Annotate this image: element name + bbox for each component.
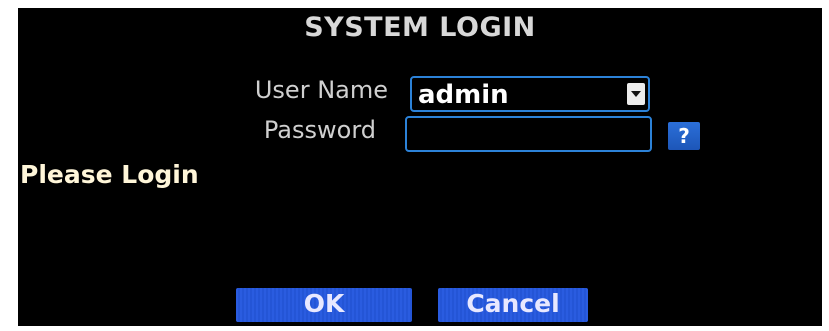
ok-button[interactable]: OK — [236, 288, 412, 322]
username-select[interactable]: admin — [410, 76, 650, 112]
username-value: admin — [418, 80, 509, 110]
chevron-down-icon — [631, 91, 641, 97]
question-icon: ? — [678, 124, 690, 148]
status-message: Please Login — [20, 160, 199, 189]
password-field[interactable] — [405, 116, 652, 152]
login-dialog: SYSTEM LOGIN User Name admin Password ? … — [18, 8, 822, 326]
screen: SYSTEM LOGIN User Name admin Password ? … — [0, 0, 829, 331]
password-label: Password — [263, 116, 376, 144]
username-dropdown-button[interactable] — [627, 83, 645, 105]
username-label: User Name — [254, 76, 388, 104]
help-button[interactable]: ? — [668, 122, 700, 150]
cancel-button[interactable]: Cancel — [438, 288, 588, 322]
dialog-title: SYSTEM LOGIN — [304, 12, 536, 43]
